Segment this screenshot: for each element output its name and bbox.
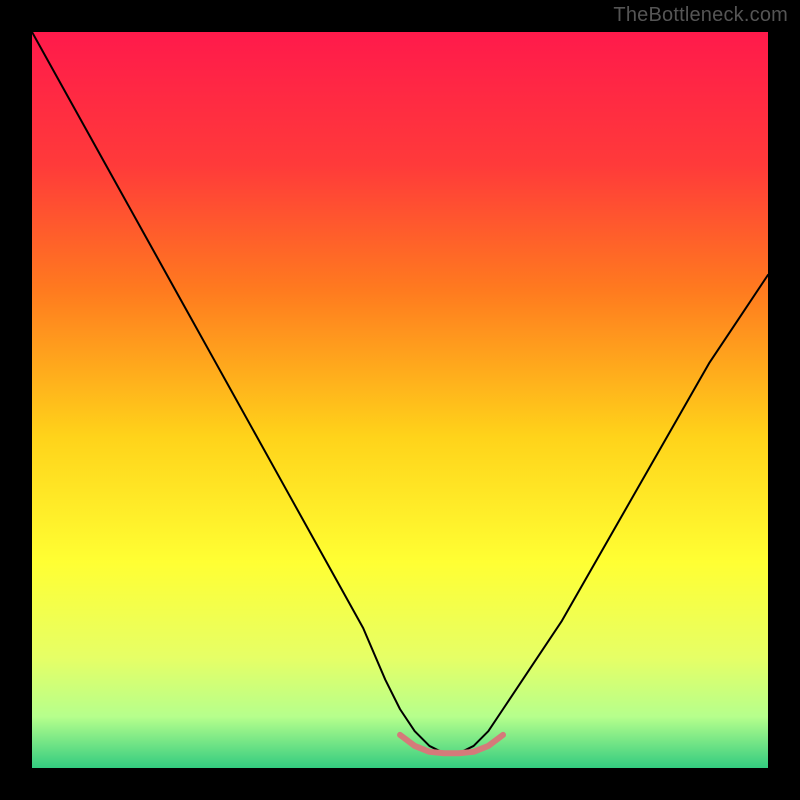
chart-frame: TheBottleneck.com xyxy=(0,0,800,800)
background-gradient xyxy=(32,32,768,768)
plot-area xyxy=(32,32,768,768)
watermark-text: TheBottleneck.com xyxy=(613,4,788,27)
